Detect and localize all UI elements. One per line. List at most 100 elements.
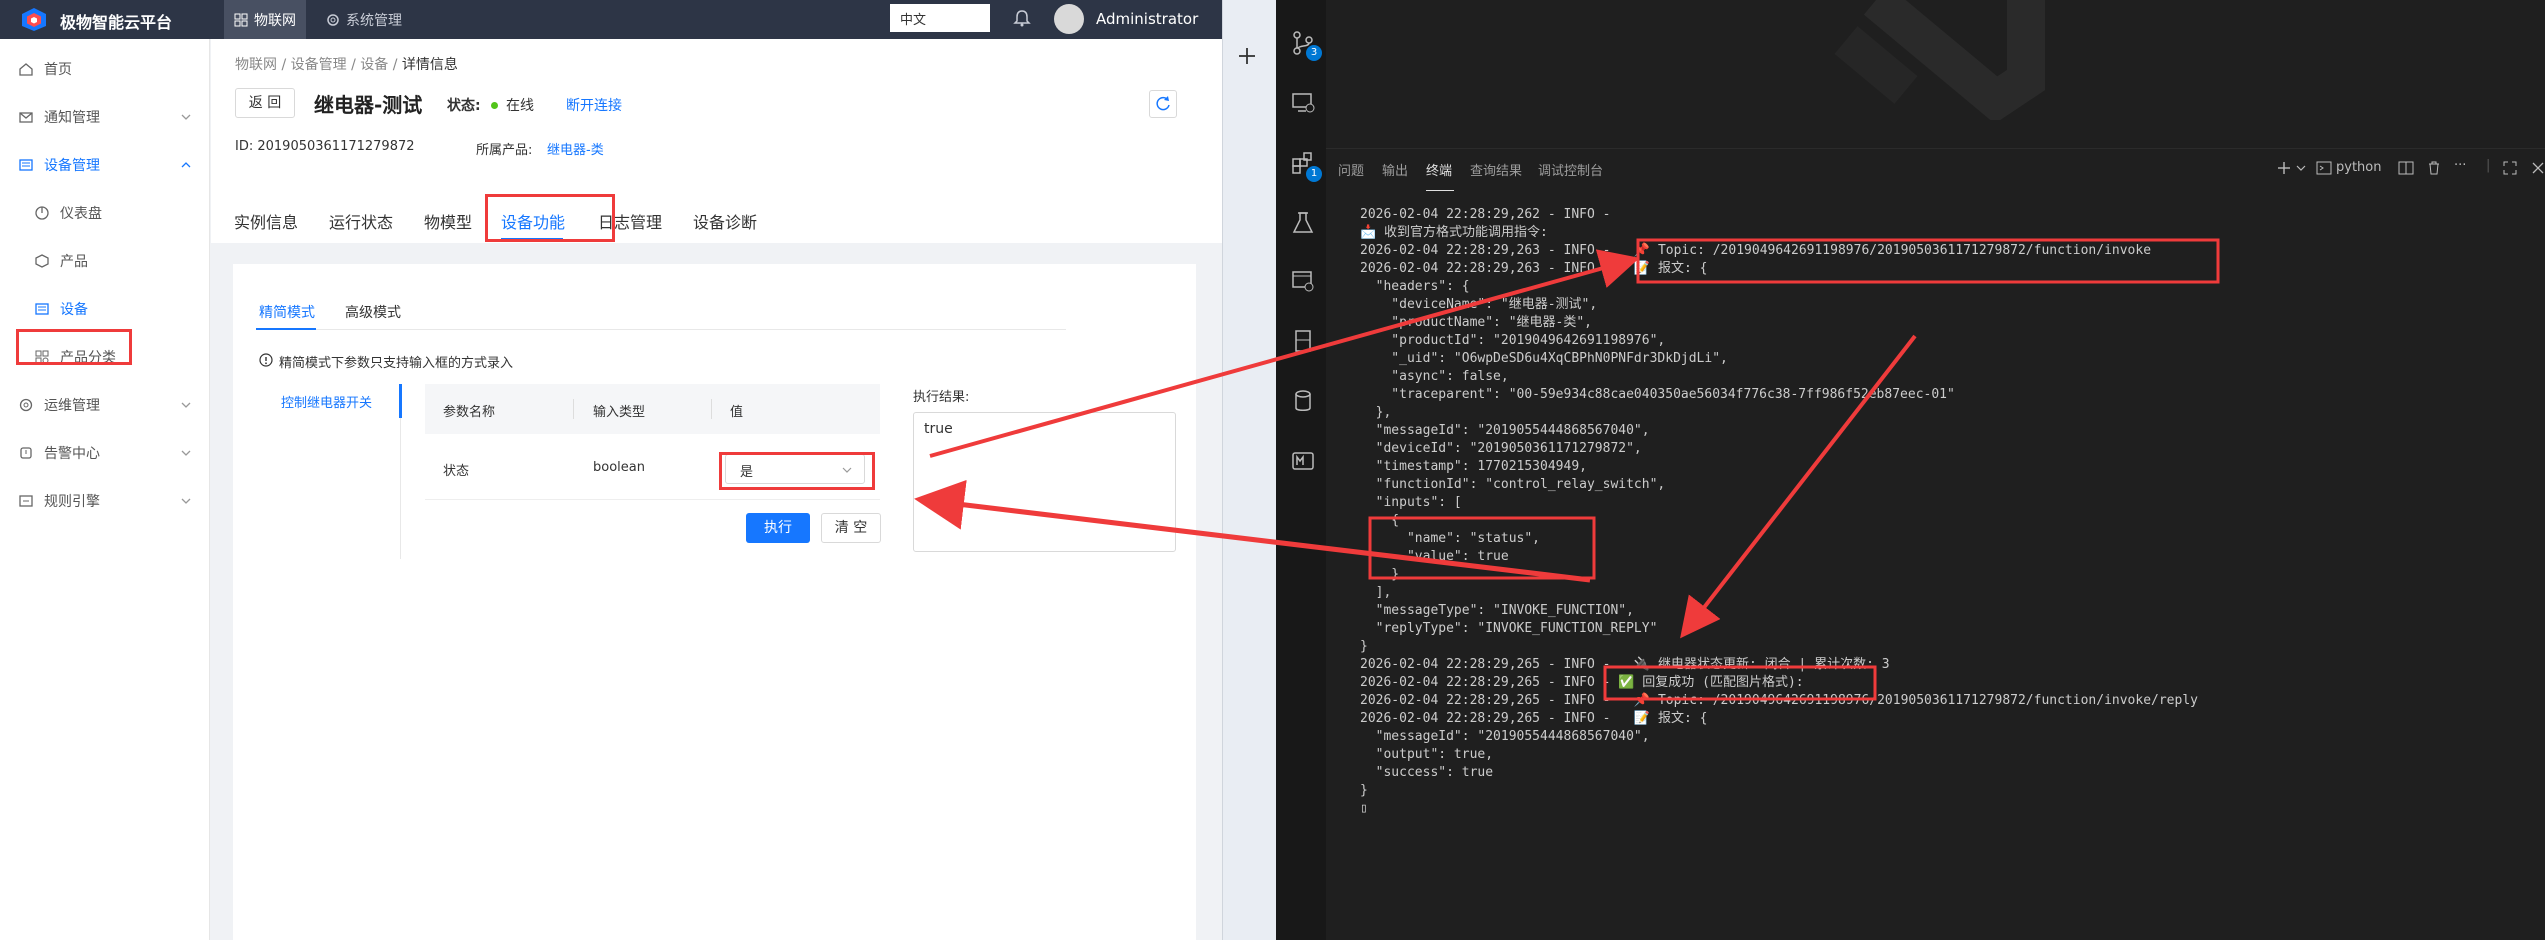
tab-query-results[interactable]: 查询结果	[1470, 160, 1522, 179]
terminal-line: "deviceName": "继电器-测试",	[1360, 297, 1598, 312]
function-item-relay-switch[interactable]: 控制继电器开关	[281, 392, 372, 411]
plus-icon[interactable]	[2276, 160, 2292, 176]
breadcrumb-separator: /	[392, 57, 402, 73]
table-header: 参数名称 输入类型 值	[425, 384, 880, 434]
bookmark-icon[interactable]	[1290, 328, 1316, 354]
tab-runtime-status[interactable]: 运行状态	[329, 209, 393, 233]
tab-debug-console[interactable]: 调试控制台	[1538, 160, 1603, 179]
breadcrumb-item[interactable]: 物联网	[235, 57, 277, 73]
settings-icon	[19, 398, 33, 412]
testing-flask-icon[interactable]	[1290, 210, 1316, 236]
column-header: 输入类型	[593, 405, 646, 420]
list-icon	[19, 159, 33, 171]
terminal-line: "_uid": "O6wpDeSD6u4XqCBPhN0PNFdr3DkDjdL…	[1360, 351, 1728, 366]
markdown-icon[interactable]	[1290, 448, 1316, 474]
page-title: 继电器-测试	[314, 93, 423, 117]
remote-explorer-icon[interactable]	[1290, 90, 1316, 116]
grid-icon	[234, 13, 248, 26]
terminal-line: 2026-02-04 22:28:29,262 - INFO -	[1360, 207, 1611, 222]
sidebar-item-device[interactable]: 设备	[0, 289, 210, 329]
terminal-line: "name": "status",	[1360, 531, 1541, 546]
terminal-line: }	[1360, 783, 1368, 798]
sidebar-item-label: 告警中心	[44, 446, 100, 462]
tab-thing-model[interactable]: 物模型	[424, 209, 472, 233]
sidebar-item-label: 设备	[60, 302, 88, 318]
terminal-line: }	[1360, 567, 1400, 582]
vscode-watermark-icon	[1834, 0, 2045, 120]
nav-system[interactable]: 系统管理	[316, 0, 412, 39]
function-item-active-bar	[399, 384, 402, 418]
sidebar-item-notice[interactable]: 通知管理	[0, 97, 210, 137]
terminal-line: 2026-02-04 22:28:29,263 - INFO - 📌 Topic…	[1360, 243, 2152, 258]
avatar[interactable]	[1054, 4, 1084, 34]
back-button[interactable]: 返 回	[235, 88, 295, 118]
shell-name[interactable]: python	[2336, 160, 2381, 175]
rule-icon	[19, 495, 33, 507]
breadcrumb-item[interactable]: 设备	[360, 57, 388, 73]
breadcrumb-item[interactable]: 设备管理	[291, 57, 347, 73]
execute-button[interactable]: 执行	[746, 513, 810, 543]
sidebar-item-ops[interactable]: 运维管理	[0, 385, 210, 425]
sidebar-item-label: 通知管理	[44, 110, 100, 126]
nav-iot[interactable]: 物联网	[224, 0, 306, 39]
subtab-advanced-mode[interactable]: 高级模式	[345, 302, 401, 322]
sidebar-item-rule-engine[interactable]: 规则引擎	[0, 481, 210, 521]
source-control-badge: 3	[1306, 45, 1322, 61]
terminal-line: ▯	[1360, 801, 1368, 816]
terminal-line: "inputs": [	[1360, 495, 1462, 510]
remote-window-icon[interactable]	[1290, 268, 1316, 294]
plus-icon[interactable]	[1236, 45, 1258, 67]
sidebar: 首页 通知管理 设备管理 仪表盘 产品 设备 产品分类 运维管理 告警中心 规则…	[0, 39, 210, 940]
more-actions-icon[interactable]: ···	[2454, 158, 2466, 173]
param-type: boolean	[593, 460, 645, 475]
sidebar-item-device-management[interactable]: 设备管理	[0, 145, 210, 185]
column-header: 参数名称	[443, 405, 496, 420]
username[interactable]: Administrator	[1096, 10, 1198, 28]
status-dot	[491, 102, 498, 109]
info-icon	[259, 353, 273, 367]
split-terminal-icon[interactable]	[2398, 160, 2414, 176]
annotation-box-value	[719, 452, 875, 490]
language-select[interactable]: 中文	[890, 4, 990, 32]
terminal-output[interactable]: 2026-02-04 22:28:29,262 - INFO - 📩 收到官方格式…	[1360, 206, 2198, 818]
terminal-line: "messageId": "2019055444868567040",	[1360, 729, 1650, 744]
chevron-up-icon	[181, 162, 191, 168]
subtab-active-underline	[256, 328, 316, 330]
annotation-box-device-function	[485, 194, 615, 242]
sidebar-item-label: 运维管理	[44, 398, 100, 414]
disconnect-link[interactable]: 断开连接	[566, 95, 622, 115]
tab-instance-info[interactable]: 实例信息	[234, 209, 298, 233]
tab-terminal[interactable]: 终端	[1426, 160, 1454, 191]
refresh-button[interactable]	[1149, 90, 1177, 118]
breadcrumb-separator: /	[281, 57, 291, 73]
sidebar-item-alarm[interactable]: 告警中心	[0, 433, 210, 473]
activity-bar: 3 1	[1276, 0, 1326, 940]
bell-icon[interactable]	[1012, 8, 1032, 28]
result-textarea[interactable]: true	[913, 412, 1176, 552]
tab-output[interactable]: 输出	[1382, 160, 1408, 179]
clear-button[interactable]: 清 空	[821, 513, 881, 543]
close-icon[interactable]	[2530, 160, 2545, 176]
tab-problems[interactable]: 问题	[1338, 160, 1364, 179]
sidebar-item-product[interactable]: 产品	[0, 241, 210, 281]
mode-tip: 精简模式下参数只支持输入框的方式录入	[279, 356, 514, 371]
column-header: 值	[730, 405, 744, 420]
terminal-line: "messageId": "2019055444868567040",	[1360, 423, 1650, 438]
sidebar-item-label: 规则引擎	[44, 494, 100, 510]
terminal-line: },	[1360, 405, 1392, 420]
sidebar-item-home[interactable]: 首页	[0, 49, 210, 89]
trash-icon[interactable]	[2426, 160, 2442, 176]
chevron-down-icon	[181, 498, 191, 504]
sidebar-item-label: 产品	[60, 254, 88, 270]
terminal-line: "replyType": "INVOKE_FUNCTION_REPLY"	[1360, 621, 1658, 636]
terminal-line: "deviceId": "2019050361171279872",	[1360, 441, 1642, 456]
database-icon[interactable]	[1290, 388, 1316, 414]
maximize-icon[interactable]	[2502, 160, 2518, 176]
subtab-simple-mode[interactable]: 精简模式	[259, 302, 315, 322]
product-link[interactable]: 继电器-类	[547, 139, 604, 158]
tab-device-diagnosis[interactable]: 设备诊断	[693, 209, 757, 233]
annotation-box-device	[16, 329, 132, 365]
product-label: 所属产品:	[476, 143, 533, 158]
chevron-down-icon[interactable]	[2296, 163, 2306, 173]
sidebar-item-dashboard[interactable]: 仪表盘	[0, 193, 210, 233]
